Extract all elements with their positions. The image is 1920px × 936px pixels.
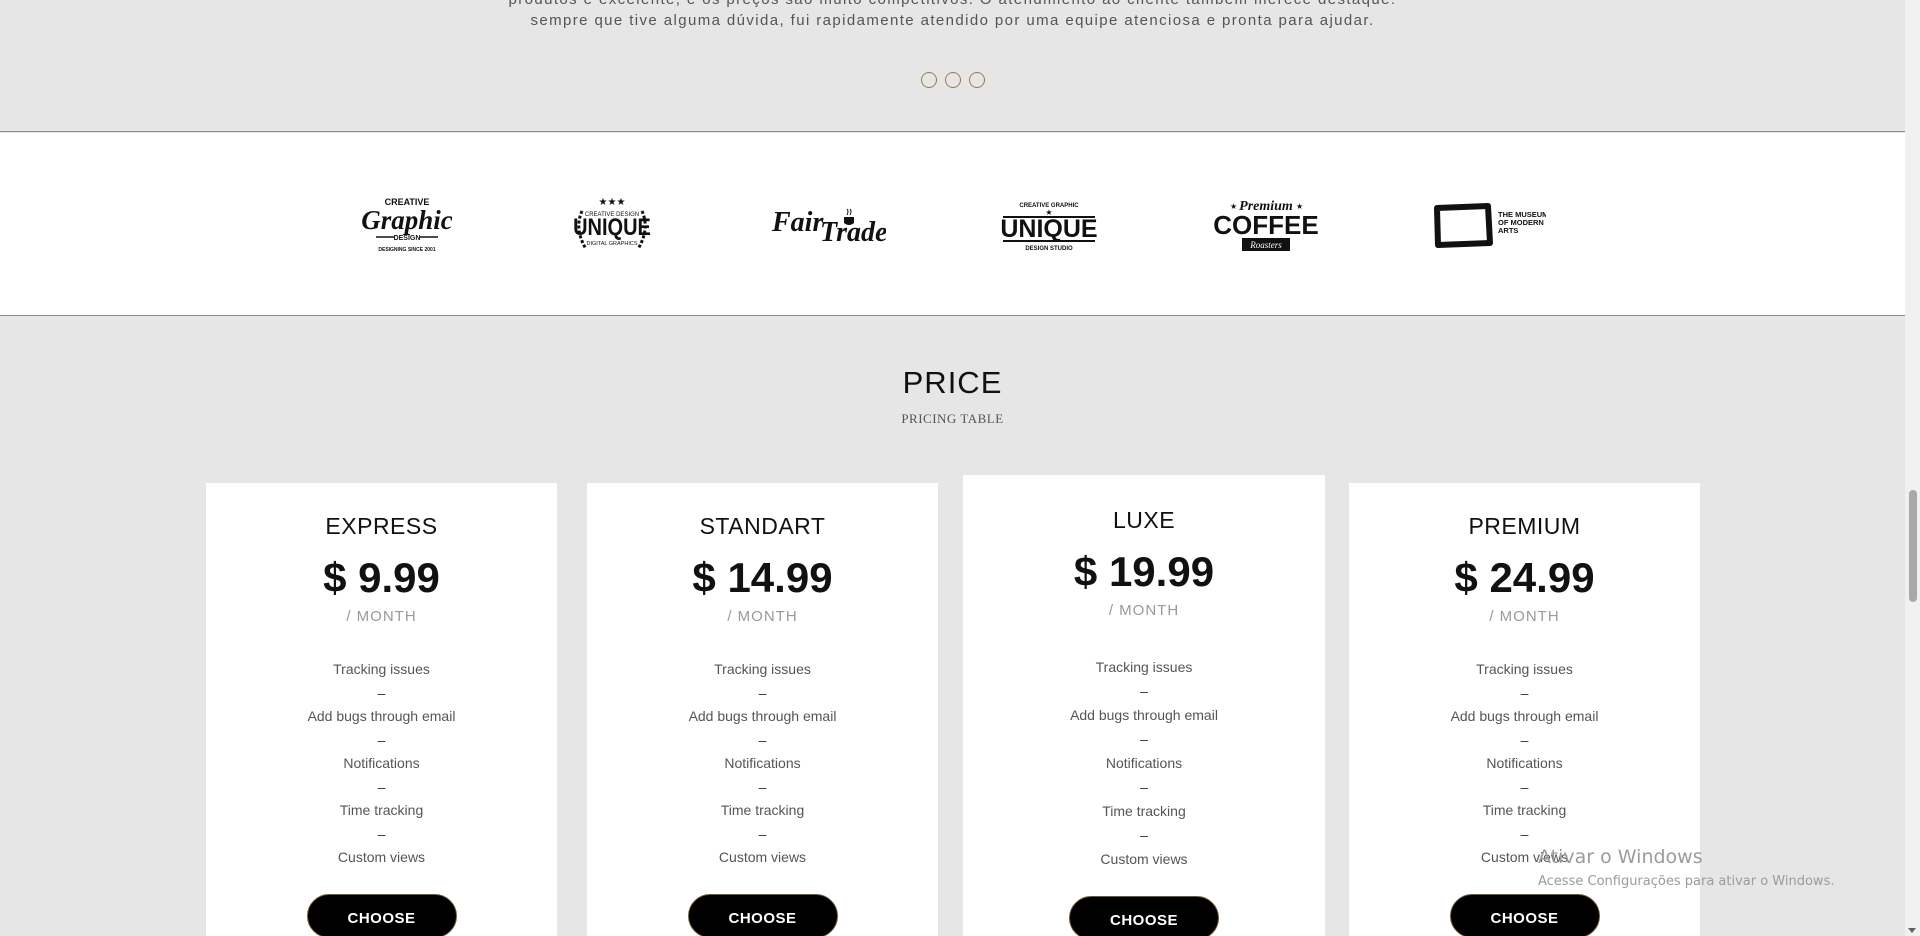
svg-text:DESIGN STUDIO: DESIGN STUDIO xyxy=(1025,246,1073,252)
svg-text:Roasters: Roasters xyxy=(1249,240,1282,250)
logo-unique-laurel: ★★★ CREATIVE DESIGN UNIQUE DIGITAL GRAPH… xyxy=(568,191,656,261)
plan-name: EXPRESS xyxy=(325,513,438,539)
feature-item: Add bugs through email xyxy=(1450,708,1599,724)
carousel-dots xyxy=(0,72,1905,88)
client-logos-section: CREATIVE Graphic DESIGN DESIGNING SINCE … xyxy=(0,133,1905,316)
feature-divider: – xyxy=(1520,779,1529,795)
feature-list: Tracking issues – Add bugs through email… xyxy=(963,655,1325,871)
logo-fair-trade: Fair Trade xyxy=(770,191,886,261)
feature-item: Add bugs through email xyxy=(1070,707,1218,723)
feature-item: Add bugs through email xyxy=(307,708,456,724)
feature-list: Tracking issues – Add bugs through email… xyxy=(1349,658,1700,869)
feature-divider: – xyxy=(758,826,767,842)
feature-divider: – xyxy=(1520,732,1529,748)
feature-divider: – xyxy=(1520,685,1529,701)
scroll-down-arrow-icon[interactable] xyxy=(1908,928,1916,933)
logo-unique-studio: CREATIVE GRAPHIC ★ UNIQUE DESIGN STUDIO xyxy=(999,191,1099,261)
svg-text:DIGITAL GRAPHICS: DIGITAL GRAPHICS xyxy=(586,241,637,247)
feature-divider: – xyxy=(758,685,767,701)
feature-item: Custom views xyxy=(337,849,426,865)
plan-period: / MONTH xyxy=(727,608,798,625)
feature-item: Notifications xyxy=(1105,755,1183,771)
feature-divider: – xyxy=(758,732,767,748)
svg-text:UNIQUE: UNIQUE xyxy=(1000,215,1097,243)
feature-item: Time tracking xyxy=(1102,803,1186,819)
plan-name: PREMIUM xyxy=(1468,513,1581,539)
logo-creative-graphic: CREATIVE Graphic DESIGN DESIGNING SINCE … xyxy=(362,191,452,261)
logo-premium-coffee: Premium ★ ★ COFFEE Roasters xyxy=(1214,191,1318,261)
plan-price: $ 24.99 xyxy=(1454,554,1595,601)
feature-divider: – xyxy=(377,732,386,748)
svg-text:COFFEE: COFFEE xyxy=(1214,210,1318,240)
feature-divider: – xyxy=(1140,731,1148,747)
choose-button[interactable]: CHOOSE xyxy=(306,894,457,936)
choose-button[interactable]: CHOOSE xyxy=(687,894,838,936)
svg-text:THE MUSEUM OF MODERN: THE MUSEUM OF MODERN ARTS xyxy=(1498,210,1546,235)
plan-name: STANDART xyxy=(699,513,826,539)
svg-text:UNIQUE: UNIQUE xyxy=(573,213,651,240)
feature-list: Tracking issues – Add bugs through email… xyxy=(206,658,557,869)
page-scrollbar[interactable] xyxy=(1905,0,1920,936)
feature-item: Custom views xyxy=(718,849,807,865)
feature-item: Notifications xyxy=(1486,755,1563,771)
feature-item: Notifications xyxy=(343,755,420,771)
feature-divider: – xyxy=(1140,779,1148,795)
carousel-dot[interactable] xyxy=(944,72,961,88)
plan-price: $ 14.99 xyxy=(692,554,833,601)
feature-list: Tracking issues – Add bugs through email… xyxy=(587,658,938,869)
testimonial-text-line-2: sempre que tive alguma dúvida, fui rapid… xyxy=(530,12,1375,29)
feature-divider: – xyxy=(377,779,386,795)
pricing-card-luxe: LUXE $ 19.99 / MONTH Tracking issues – A… xyxy=(963,475,1325,936)
testimonial-section: produtos é excelente, e os preços são mu… xyxy=(0,0,1905,132)
feature-item: Tracking issues xyxy=(714,661,811,677)
plan-period: / MONTH xyxy=(1108,602,1180,619)
feature-item: Add bugs through email xyxy=(688,708,837,724)
feature-divider: – xyxy=(1520,826,1529,842)
pricing-header: PRICE PRICING TABLE xyxy=(0,365,1905,427)
pricing-card-express: EXPRESS $ 9.99 / MONTH Tracking issues –… xyxy=(206,483,557,936)
feature-item: Time tracking xyxy=(720,802,805,818)
feature-item: Notifications xyxy=(724,755,801,771)
logo-museum-modern-arts: THE MUSEUM OF MODERN ARTS xyxy=(1432,191,1546,261)
svg-text:Fair: Fair xyxy=(771,207,824,238)
feature-item: Custom views xyxy=(1100,851,1188,867)
feature-item: Tracking issues xyxy=(1095,659,1193,675)
feature-item: Time tracking xyxy=(339,802,424,818)
feature-divider: – xyxy=(377,685,386,701)
feature-divider: – xyxy=(1140,683,1148,699)
feature-divider: – xyxy=(377,826,386,842)
svg-text:★★★: ★★★ xyxy=(599,197,626,208)
scrollbar-thumb[interactable] xyxy=(1909,490,1917,602)
carousel-dot[interactable] xyxy=(968,72,985,88)
carousel-dot[interactable] xyxy=(920,72,937,88)
windows-activation-watermark: Ativar o Windows Acesse Configurações pa… xyxy=(1538,846,1834,889)
pricing-title: PRICE xyxy=(902,365,1003,400)
watermark-title: Ativar o Windows xyxy=(1538,846,1703,868)
pricing-card-standart: STANDART $ 14.99 / MONTH Tracking issues… xyxy=(587,483,938,936)
testimonial-text-line-1: produtos é excelente, e os preços são mu… xyxy=(0,0,1905,8)
svg-text:DESIGN: DESIGN xyxy=(394,235,421,242)
feature-item: Tracking issues xyxy=(333,661,430,677)
svg-text:Graphic: Graphic xyxy=(362,205,452,235)
choose-button[interactable]: CHOOSE xyxy=(1449,894,1600,936)
feature-divider: – xyxy=(1140,827,1148,843)
pricing-subtitle: PRICING TABLE xyxy=(901,411,1004,426)
plan-price: $ 19.99 xyxy=(1073,548,1215,595)
choose-button[interactable]: CHOOSE xyxy=(1069,896,1219,936)
svg-text:DESIGNING SINCE 2001: DESIGNING SINCE 2001 xyxy=(378,247,435,253)
feature-item: Time tracking xyxy=(1482,802,1567,818)
plan-name: LUXE xyxy=(1112,507,1176,533)
watermark-subtitle: Acesse Configurações para ativar o Windo… xyxy=(1538,874,1835,889)
plan-period: / MONTH xyxy=(1489,608,1560,625)
plan-price: $ 9.99 xyxy=(323,554,440,601)
plan-period: / MONTH xyxy=(346,608,417,625)
feature-divider: – xyxy=(758,779,767,795)
feature-item: Tracking issues xyxy=(1476,661,1573,677)
